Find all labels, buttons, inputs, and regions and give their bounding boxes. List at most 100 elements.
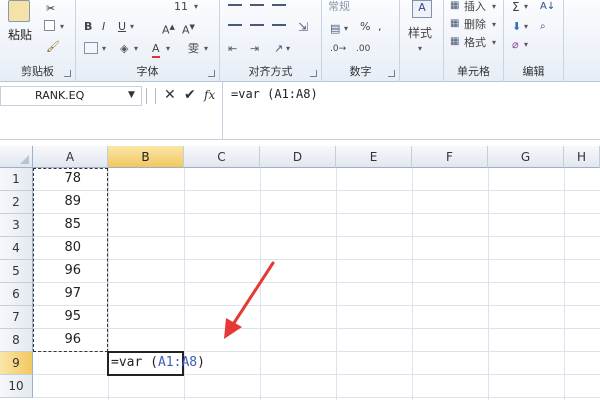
delete-dropdown-icon[interactable]: ▾ [492, 18, 496, 32]
currency-icon[interactable]: ▤ [330, 22, 340, 35]
underline-button[interactable]: U [118, 20, 126, 34]
cancel-icon[interactable]: ✕ [164, 87, 176, 103]
number-format-select[interactable]: 常规 [328, 0, 350, 14]
fill-color-icon[interactable]: ◈ [120, 42, 128, 55]
align-middle-icon[interactable] [250, 4, 264, 6]
format-icon[interactable]: ▦ [450, 36, 459, 47]
orientation-icon[interactable]: ↗ [274, 42, 283, 55]
alignment-launcher-icon[interactable] [310, 70, 317, 77]
cell-a3[interactable]: 85 [33, 214, 108, 237]
currency-dropdown-icon[interactable]: ▾ [344, 22, 348, 36]
clear-icon[interactable]: ⌀ [512, 38, 519, 51]
insert-function-button[interactable]: fx [204, 87, 215, 103]
percent-button[interactable]: % [360, 20, 370, 34]
align-right-icon[interactable] [272, 24, 286, 26]
column-header-f[interactable]: F [412, 146, 488, 168]
clear-dropdown-icon[interactable]: ▾ [524, 38, 528, 52]
autosum-icon[interactable]: Σ [512, 0, 520, 14]
shrink-font-button[interactable]: A▼ [182, 20, 195, 38]
column-header-d[interactable]: D [260, 146, 336, 168]
row-header-8[interactable]: 8 [0, 329, 33, 352]
phonetic-guide-icon[interactable]: 雯 [188, 42, 199, 56]
orientation-dropdown-icon[interactable]: ▾ [286, 42, 290, 56]
wrap-text-icon[interactable]: ⇲ [298, 20, 308, 34]
name-box[interactable]: RANK.EQ [0, 86, 142, 106]
row-header-4[interactable]: 4 [0, 237, 33, 260]
clipboard-launcher-icon[interactable] [64, 70, 71, 77]
increase-decimal-button[interactable]: .0→ [330, 42, 346, 56]
format-painter-icon[interactable]: 🖌 [46, 40, 60, 53]
row-header-2[interactable]: 2 [0, 191, 33, 214]
delete-button[interactable]: 删除 [464, 18, 486, 32]
enter-icon[interactable]: ✔ [184, 87, 196, 103]
copy-icon[interactable] [44, 20, 55, 31]
font-launcher-icon[interactable] [208, 70, 215, 77]
fill-icon[interactable]: ⬇ [512, 20, 521, 33]
row-header-3[interactable]: 3 [0, 214, 33, 237]
formula-bar-splitter-icon[interactable] [146, 88, 156, 104]
underline-dropdown-icon[interactable]: ▾ [130, 20, 134, 34]
font-size-select[interactable]: 11 [174, 0, 188, 14]
styles-dropdown-icon[interactable]: ▾ [418, 42, 422, 56]
formula-input[interactable]: =var (A1:A8) [222, 82, 600, 140]
decrease-indent-icon[interactable]: ⇤ [228, 42, 237, 55]
align-bottom-icon[interactable] [272, 4, 286, 6]
borders-icon[interactable] [84, 42, 98, 54]
cell-a2[interactable]: 89 [33, 191, 108, 214]
insert-dropdown-icon[interactable]: ▾ [492, 0, 496, 14]
column-header-b[interactable]: B [108, 146, 184, 168]
align-center-icon[interactable] [250, 24, 264, 26]
align-top-icon[interactable] [228, 4, 242, 6]
copy-dropdown-icon[interactable]: ▾ [60, 20, 64, 34]
cell-a6[interactable]: 97 [33, 283, 108, 306]
increase-indent-icon[interactable]: ⇥ [250, 42, 259, 55]
styles-button[interactable]: 样式 [408, 26, 432, 40]
cell-a4[interactable]: 80 [33, 237, 108, 260]
format-button[interactable]: 格式 [464, 36, 486, 50]
cell-a7[interactable]: 95 [33, 306, 108, 329]
column-header-e[interactable]: E [336, 146, 412, 168]
active-cell-b9[interactable]: =var (A1:A8) [107, 351, 205, 376]
font-color-icon[interactable]: A [152, 42, 160, 58]
row-header-5[interactable]: 5 [0, 260, 33, 283]
grow-font-button[interactable]: A▲ [162, 20, 175, 38]
column-header-g[interactable]: G [488, 146, 564, 168]
worksheet-grid[interactable]: A B C D E F G H 1 2 3 4 5 6 7 8 9 10 78 … [0, 146, 600, 400]
cell-a5[interactable]: 96 [33, 260, 108, 283]
fill-color-dropdown-icon[interactable]: ▾ [134, 42, 138, 56]
row-header-7[interactable]: 7 [0, 306, 33, 329]
row-header-9[interactable]: 9 [0, 352, 33, 375]
column-header-h[interactable]: H [564, 146, 600, 168]
comma-button[interactable]: , [378, 20, 382, 34]
bold-button[interactable]: B [84, 20, 92, 34]
row-header-10[interactable]: 10 [0, 375, 33, 398]
insert-button[interactable]: 插入 [464, 0, 486, 14]
fill-dropdown-icon[interactable]: ▾ [524, 20, 528, 34]
font-color-dropdown-icon[interactable]: ▾ [166, 42, 170, 56]
align-left-icon[interactable] [228, 24, 242, 26]
name-box-dropdown-icon[interactable]: ▼ [128, 90, 135, 100]
decrease-decimal-button[interactable]: .00 [356, 42, 370, 56]
cut-icon[interactable]: ✂ [46, 2, 55, 15]
cell-a1[interactable]: 78 [33, 168, 108, 191]
insert-icon[interactable]: ▦ [450, 0, 459, 11]
select-all-corner[interactable] [0, 146, 33, 168]
paste-icon[interactable] [8, 0, 30, 22]
delete-icon[interactable]: ▦ [450, 18, 459, 29]
autosum-dropdown-icon[interactable]: ▾ [524, 0, 528, 14]
row-header-6[interactable]: 6 [0, 283, 33, 306]
column-header-c[interactable]: C [184, 146, 260, 168]
styles-icon[interactable]: A [412, 0, 432, 18]
format-dropdown-icon[interactable]: ▾ [492, 36, 496, 50]
phonetic-dropdown-icon[interactable]: ▾ [204, 42, 208, 56]
paste-button[interactable]: 粘贴 [8, 28, 32, 42]
borders-dropdown-icon[interactable]: ▾ [102, 42, 106, 56]
find-select-icon[interactable]: ⌕ [540, 20, 546, 34]
italic-button[interactable]: I [102, 20, 105, 34]
font-size-dropdown-icon[interactable]: ▾ [194, 0, 198, 14]
row-header-1[interactable]: 1 [0, 168, 33, 191]
column-header-a[interactable]: A [33, 146, 108, 168]
cell-a8[interactable]: 96 [33, 329, 108, 352]
number-launcher-icon[interactable] [388, 70, 395, 77]
sort-filter-icon[interactable]: A↓ [540, 0, 555, 14]
